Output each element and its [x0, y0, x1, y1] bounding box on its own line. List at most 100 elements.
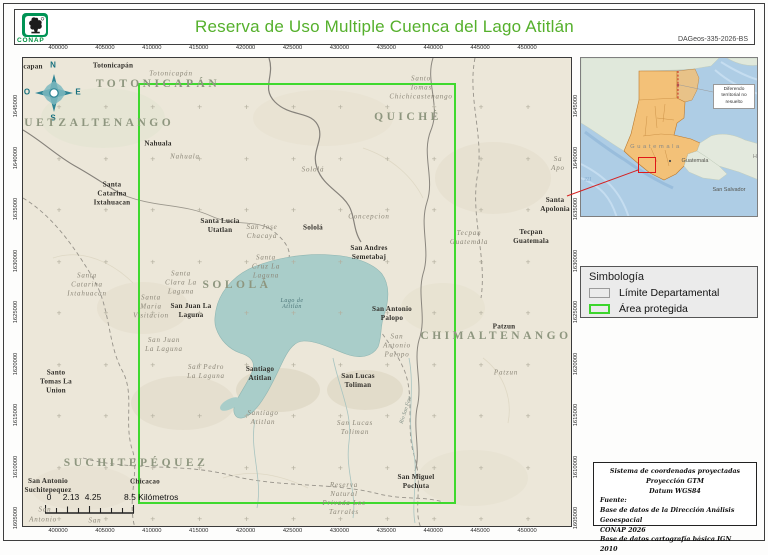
municipality-label: San [89, 516, 102, 525]
graticule-cross: + [432, 360, 437, 369]
municipality-label: Santa Maria Visitacion [133, 293, 169, 320]
municipality-label: Concepcion [348, 212, 389, 221]
graticule-cross: + [526, 412, 531, 421]
grid-coordinate-label: 1615000 [573, 404, 579, 427]
scale-unit-label: 8.5 Kilómetros [124, 492, 178, 502]
grid-coordinate-label: 425000 [283, 528, 302, 534]
graticule-cross: + [244, 515, 249, 524]
grid-coordinate-label: 1645000 [13, 95, 19, 118]
graticule-cross: + [244, 206, 249, 215]
departmental-swatch-icon [589, 288, 610, 298]
graticule-cross: + [291, 257, 296, 266]
graticule-cross: + [103, 360, 108, 369]
municipality-label: Totonicapán [149, 69, 193, 78]
info-line: Fuente: [600, 496, 750, 506]
grid-coordinate-label: 1610000 [573, 455, 579, 478]
grid-coordinate-label: 415000 [189, 45, 208, 51]
municipality-label: Santiago Atitlan [247, 409, 278, 427]
inset-locator-map: Diferendo territorial no resuelto Guatem… [580, 57, 758, 217]
graticule-cross: + [57, 154, 62, 163]
town-label: Santo Tomas La Union [40, 369, 72, 396]
grid-coordinate-label: 430000 [330, 528, 349, 534]
header: CONAP Reserva de Uso Multiple Cuenca del… [14, 9, 755, 45]
grid-coordinate-label: 425000 [283, 45, 302, 51]
grid-coordinate-label: 435000 [377, 45, 396, 51]
grid-coordinate-label: 1615000 [13, 404, 19, 427]
territorial-dispute-note: Diferendo territorial no resuelto [713, 84, 755, 109]
inset-label: Ho [753, 154, 758, 160]
town-label: capan [23, 63, 42, 72]
graticule-cross: + [291, 103, 296, 112]
graticule-cross: + [385, 412, 390, 421]
grid-coordinate-label: 400000 [48, 45, 67, 51]
municipality-label: Nahuala [170, 152, 200, 161]
grid-coordinate-label: 1625000 [573, 301, 579, 324]
grid-coordinate-label: 1625000 [13, 301, 19, 324]
graticule-cross: + [338, 360, 343, 369]
graticule-cross: + [103, 257, 108, 266]
graticule-cross: + [57, 206, 62, 215]
municipality-label: San Juan La Laguna [145, 336, 183, 354]
graticule-cross: + [150, 360, 155, 369]
compass-north-label: N [50, 61, 56, 70]
legend-item: Área protegida [589, 303, 749, 315]
grid-coordinate-label: 405000 [95, 45, 114, 51]
grid-coordinate-label: 420000 [236, 528, 255, 534]
graticule-cross: + [103, 309, 108, 318]
grid-coordinate-label: 415000 [189, 528, 208, 534]
town-label: San Antonio Palopo [372, 305, 412, 323]
graticule-cross: + [432, 154, 437, 163]
coordinate-system-info-box: Sistema de coordenadas proyectadasProyec… [593, 462, 757, 526]
town-label: Santa Apolonia [540, 196, 570, 214]
municipality-label: San Antonio Palopo [383, 332, 411, 359]
graticule-cross: + [291, 154, 296, 163]
scale-bar: 0 2.13 4.25 8.5 Kilómetros [43, 492, 203, 518]
municipality-label: Sa Apo [551, 155, 565, 173]
graticule-cross: + [338, 463, 343, 472]
graticule-cross: + [432, 309, 437, 318]
graticule-cross: + [526, 463, 531, 472]
grid-coordinate-label: 405000 [95, 528, 114, 534]
graticule-cross: + [385, 360, 390, 369]
graticule-cross: + [244, 309, 249, 318]
graticule-cross: + [526, 206, 531, 215]
graticule-cross: + [385, 463, 390, 472]
town-label: Sololá [303, 224, 323, 233]
graticule-cross: + [103, 515, 108, 524]
grid-coordinate-label: 450000 [517, 528, 536, 534]
grid-coordinate-label: 1635000 [573, 198, 579, 221]
map-document-page: { "header": { "title": "Reserva de Uso M… [0, 0, 768, 544]
municipality-label: Patzun [494, 368, 518, 377]
municipality-label: Antonio [29, 515, 57, 524]
department-label: SOLOLÁ [203, 279, 272, 291]
grid-coordinate-label: 1610000 [13, 455, 19, 478]
municipality-label: San Jose Chacaya [246, 223, 277, 241]
grid-coordinate-label: 450000 [517, 45, 536, 51]
grid-coordinate-label: 1645000 [573, 95, 579, 118]
municipality-label: Sololá [302, 165, 325, 174]
info-line: Base de datos de la Dirección Análisis G… [600, 506, 750, 526]
graticule-cross: + [291, 206, 296, 215]
graticule-cross: + [150, 206, 155, 215]
info-line: CONAP 2026 [600, 526, 750, 536]
municipality-label: Tecpan Guatemala [450, 229, 488, 247]
info-line: Base de datos cartografía básica IGN 201… [600, 535, 750, 555]
town-label: San Andres Semetabaj [350, 244, 387, 262]
graticule-cross: + [150, 103, 155, 112]
graticule-cross: + [244, 463, 249, 472]
town-label: Santa Lucia Utatlan [200, 217, 239, 235]
scale-number: 4.25 [85, 492, 102, 502]
graticule-cross: + [291, 515, 296, 524]
graticule-cross: + [385, 154, 390, 163]
graticule-cross: + [197, 257, 202, 266]
graticule-cross: + [150, 515, 155, 524]
graticule-cross: + [291, 360, 296, 369]
graticule-cross: + [57, 515, 62, 524]
grid-coordinate-label: 1630000 [573, 249, 579, 272]
graticule-cross: + [432, 515, 437, 524]
grid-coordinate-label: 440000 [424, 528, 443, 534]
grid-coordinate-label: 1620000 [573, 352, 579, 375]
department-label: TOTONICAPÁN [96, 78, 220, 90]
grid-coordinate-label: 430000 [330, 45, 349, 51]
town-label: San Miguel Pochuta [398, 473, 435, 491]
